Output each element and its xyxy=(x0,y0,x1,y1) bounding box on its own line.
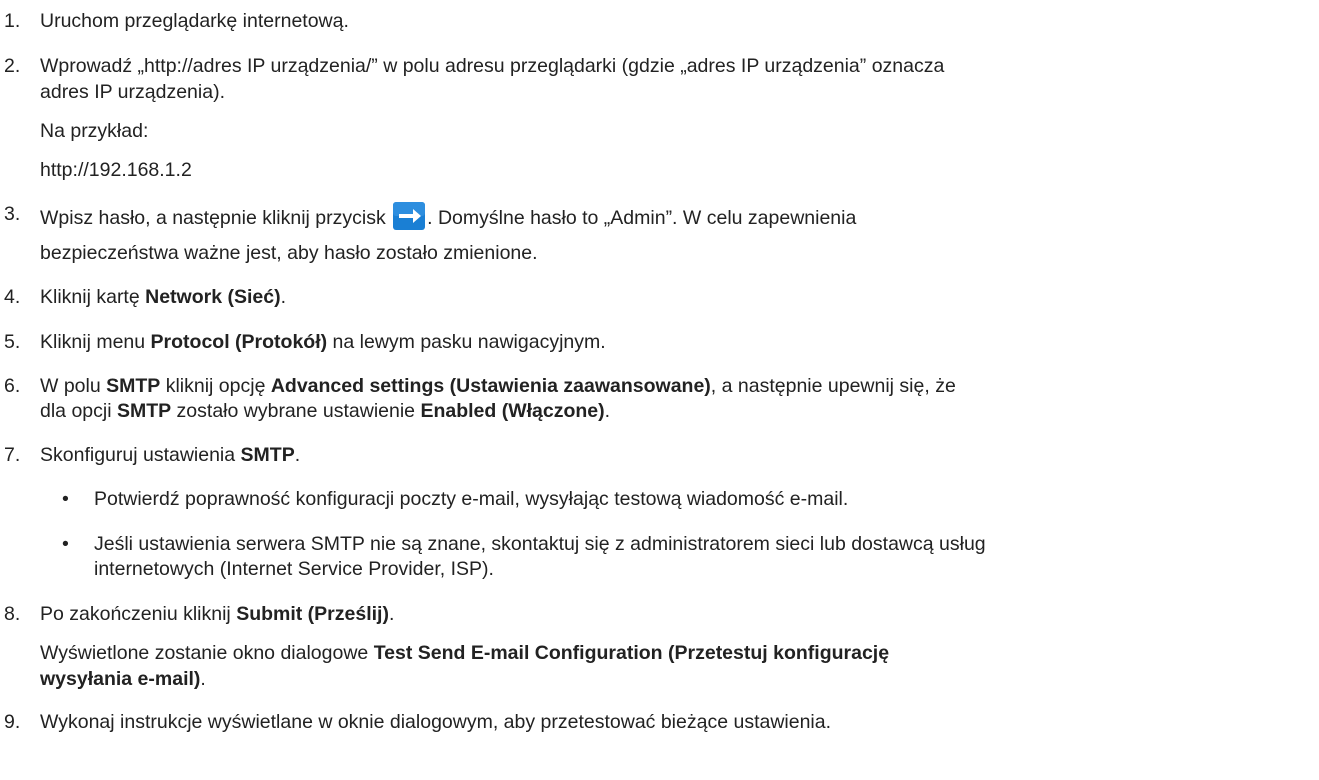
bullet-text: Jeśli ustawienia serwera SMTP nie są zna… xyxy=(94,533,986,555)
step-text: Uruchom przeglądarkę internetową. xyxy=(40,10,349,32)
submit-ref: Submit (Prześlij) xyxy=(236,603,389,625)
step-text: Kliknij menu Protocol (Protokół) na lewy… xyxy=(40,331,606,353)
step-number: 4. xyxy=(4,286,21,308)
step-number: 3. xyxy=(4,203,21,225)
enabled-ref: Enabled (Włączone) xyxy=(420,400,605,422)
step-number: 8. xyxy=(4,603,21,625)
step-text: bezpieczeństwa ważne jest, aby hasło zos… xyxy=(40,242,538,264)
dialog-title-ref: Test Send E-mail Configuration (Przetest… xyxy=(373,642,890,664)
step-text: Wprowadź „http://adres IP urządzenia/” w… xyxy=(40,55,945,77)
step-text: Wykonaj instrukcje wyświetlane w oknie d… xyxy=(40,711,832,733)
step-number: 9. xyxy=(4,711,21,733)
instructions-page: 1. Uruchom przeglądarkę internetową. 2. … xyxy=(4,10,986,733)
step-text: Skonfiguruj ustawienia SMTP. xyxy=(40,444,301,466)
advanced-settings-ref: Advanced settings (Ustawienia zaawansowa… xyxy=(270,375,711,397)
bullet-text: internetowych (Internet Service Provider… xyxy=(94,558,494,580)
step-text: wysyłania e-mail). xyxy=(40,668,206,690)
bullet-mark: • xyxy=(62,533,69,555)
step-text: dla opcji SMTP zostało wybrane ustawieni… xyxy=(40,400,611,422)
step-text: Kliknij kartę Network (Sieć). xyxy=(40,286,286,308)
step-number: 5. xyxy=(4,331,21,353)
step-number: 6. xyxy=(4,375,21,397)
step-text: W polu SMTP kliknij opcję Advanced setti… xyxy=(40,375,956,397)
step-text: Wpisz hasło, a następnie kliknij przycis… xyxy=(40,202,856,230)
bullet-mark: • xyxy=(62,488,69,510)
bullet-text: Potwierdź poprawność konfiguracji poczty… xyxy=(94,488,849,510)
step-number: 7. xyxy=(4,444,21,466)
network-tab-ref: Network (Sieć) xyxy=(145,286,281,308)
step-text: Wyświetlone zostanie okno dialogowe Test… xyxy=(40,642,890,664)
step-number: 2. xyxy=(4,55,21,77)
step-text: Po zakończeniu kliknij Submit (Prześlij)… xyxy=(40,603,395,625)
step-text: adres IP urządzenia). xyxy=(40,81,225,103)
step-number: 1. xyxy=(4,10,21,32)
arrow-right-icon xyxy=(393,202,426,230)
protocol-menu-ref: Protocol (Protokół) xyxy=(150,331,328,353)
